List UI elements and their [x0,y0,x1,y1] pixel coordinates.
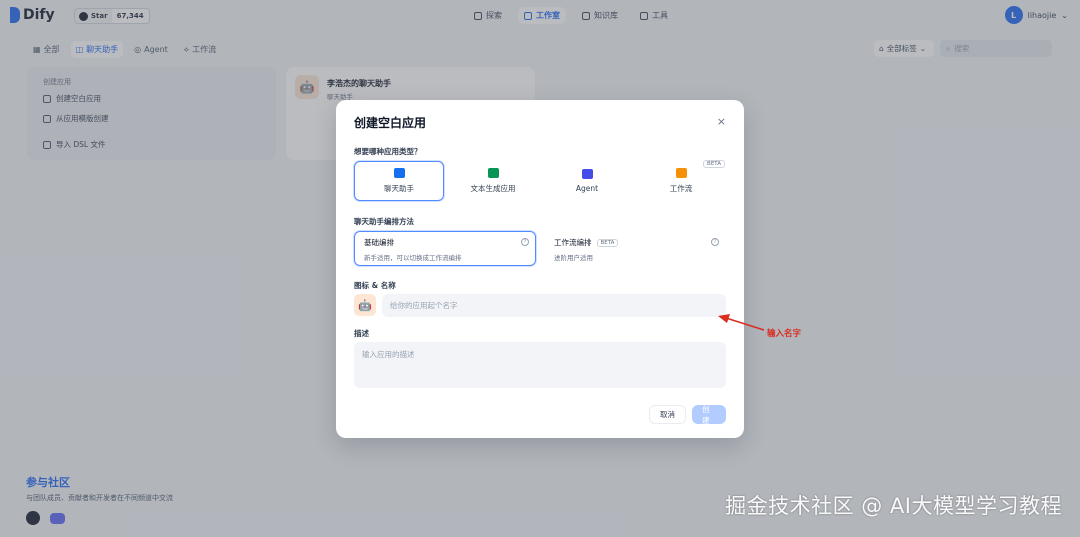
create-button[interactable]: 创建 [692,405,726,425]
type-label: 文本生成应用 [470,184,516,193]
type-option-text-gen[interactable]: 文本生成应用 [448,161,538,201]
app-type-label: 想要哪种应用类型？ [354,147,422,156]
orchestration-selector: 基础编排 新手适用，可以切换成工作流编排 ? 工作流编排 BETA 进阶用户适用 … [354,231,726,266]
description-label: 描述 [354,329,369,338]
type-option-workflow[interactable]: BETA 工作流 [636,160,726,201]
description-textarea[interactable]: 输入应用的描述 [354,342,726,388]
workflow-sparkle-icon [675,168,687,178]
mode-title: 工作流编排 [554,238,592,247]
type-label: 聊天助手 [384,184,414,193]
agent-robot-icon [581,169,593,179]
mode-title: 基础编排 [364,238,394,247]
type-option-agent[interactable]: Agent [542,161,632,201]
mode-subtitle: 新手适用，可以切换成工作流编排 [364,254,462,262]
modal-title: 创建空白应用 [354,116,427,130]
app-icon-picker[interactable]: 🤖 [354,294,376,316]
app-name-input[interactable]: 给你的应用起个名字 [382,294,726,317]
orchestration-label: 聊天助手编排方法 [354,217,414,226]
watermark: 掘金技术社区 @ AI大模型学习教程 [725,494,1062,518]
type-option-chat[interactable]: 聊天助手 [354,161,444,201]
beta-badge: BETA [596,238,619,247]
mode-option-basic[interactable]: 基础编排 新手适用，可以切换成工作流编排 ? [354,231,536,266]
icon-name-row: 🤖 给你的应用起个名字 [354,294,726,318]
help-icon[interactable]: ? [711,238,719,246]
close-icon[interactable]: × [717,115,726,128]
annotation-label: 输入名字 [767,329,802,339]
app-type-selector: 聊天助手 文本生成应用 Agent BETA 工作流 [354,160,726,201]
chat-bot-icon [393,168,405,178]
icon-name-label: 图标 & 名称 [354,281,396,290]
cancel-button[interactable]: 取消 [649,405,686,424]
beta-badge: BETA [703,160,725,168]
create-app-modal: 创建空白应用 × 想要哪种应用类型？ 聊天助手 文本生成应用 Agent BET… [336,100,744,438]
type-label: 工作流 [669,184,693,193]
text-generation-icon [487,168,499,178]
mode-option-workflow[interactable]: 工作流编排 BETA 进阶用户适用 ? [544,231,726,266]
modal-actions: 取消 创建 [649,405,726,425]
type-label: Agent [575,184,599,193]
mode-subtitle: 进阶用户适用 [554,254,593,262]
help-icon[interactable]: ? [521,238,529,246]
